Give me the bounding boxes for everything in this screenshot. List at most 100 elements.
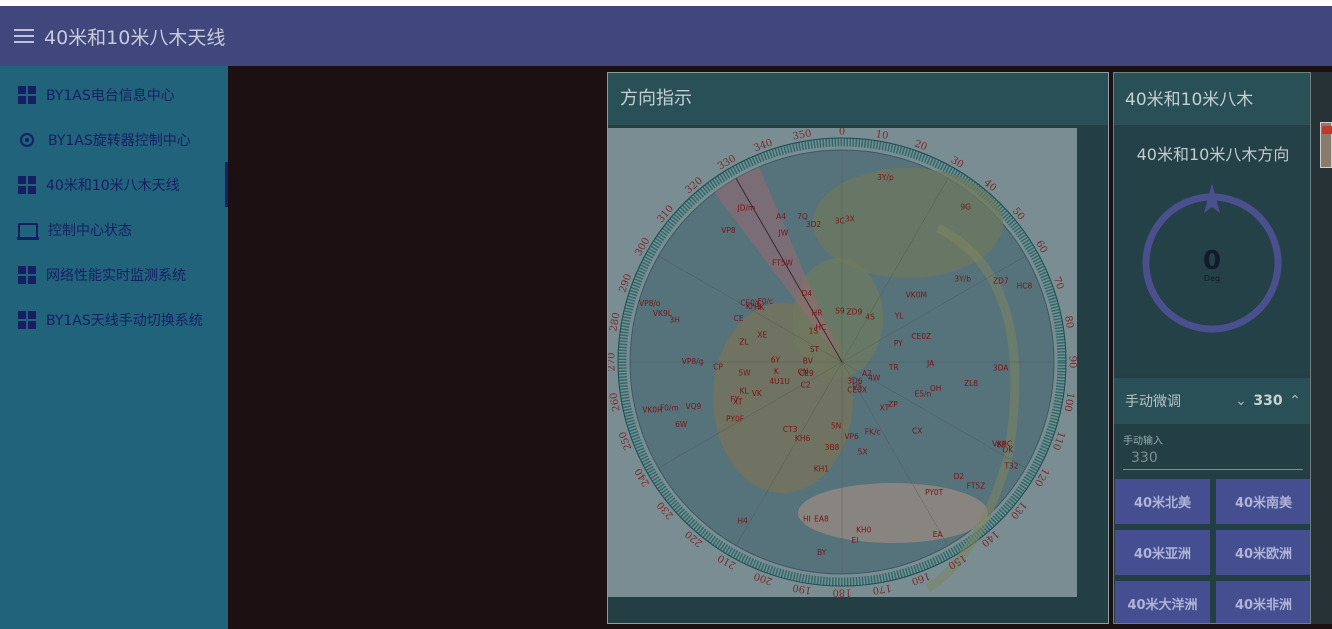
prefix-label: D2 [954,472,965,481]
prefix-label: EA8 [814,514,829,523]
prefix-label: 5X [858,447,868,456]
chevron-down-icon[interactable]: ⌄ [1232,393,1250,409]
prefix-label: H4 [737,517,748,526]
preset-button-40m-africa[interactable]: 40米非洲 [1216,581,1310,623]
sidebar-item-antenna-switch[interactable]: BY1AS天线手动切换系统 [0,297,228,342]
sidebar-item-yagi-antenna[interactable]: 40米和10米八木天线 [0,162,228,207]
prefix-label: C2 [801,380,811,389]
prefix-label: ZL [739,337,749,346]
preset-button-40m-oceania[interactable]: 40米大洋洲 [1115,581,1210,623]
prefix-label: CT3 [783,425,798,434]
prefix-label: CE [734,314,744,323]
sidebar-item-station-info[interactable]: BY1AS电台信息中心 [0,72,228,117]
prefix-label: BV [803,356,814,365]
prefix-label: HC8 [1017,282,1033,291]
dashboard-icon [18,265,36,284]
prefix-label: VP8/g [682,357,704,366]
prefix-label: ZD9 [847,307,863,316]
sidebar-item-label: BY1AS旋转器控制中心 [48,132,191,149]
direction-card: 方向指示 0 10 20 30 40 50 60 70 80 90 100 110 120 130 140 1… [607,72,1109,624]
fine-tune-row: 手动微调 ⌄ 330 ⌃ [1114,378,1310,424]
bearing-label-20: 20 [913,139,929,154]
prefix-label: 3Y/b [954,275,971,284]
manual-input[interactable] [1123,450,1293,466]
prefix-label: 3D6 [847,377,863,386]
prefix-label: PY0T [925,488,944,497]
bearing-label-10: 10 [875,129,889,142]
prefix-label: YL [894,311,905,320]
azimuthal-map-svg: 0 102030405060708090100110120130140150160… [608,128,1077,597]
prefix-label: EA [933,530,944,539]
prefix-label: 3B8 [825,443,840,452]
fine-tune-value: 330 [1253,393,1283,409]
landmass-south [798,483,988,543]
prefix-label: 6W [675,420,688,429]
prefix-label: 9G [960,202,971,211]
heading-dial-svg: 0 Deg [1142,183,1282,333]
bearing-label-60: 60 [1033,239,1049,256]
prefix-label: 1S [809,327,819,336]
prefix-label: VK9L [653,309,673,318]
bearing-label-80: 80 [1062,315,1075,329]
sidebar-item-rotator-control[interactable]: BY1AS旋转器控制中心 [0,117,228,162]
prefix-label: 4U1U [769,377,790,386]
hamburger-menu-icon[interactable] [14,29,34,43]
preset-button-40m-asia[interactable]: 40米亚洲 [1115,530,1210,575]
prefix-label: 3Y/p [877,173,894,182]
bearing-label-0: 0 [839,128,845,138]
prefix-label: XT [880,404,890,413]
flag-icon [1322,126,1332,134]
prefix-label: KH6 [795,434,811,443]
prefix-label: JA [926,359,935,368]
fine-tune-label: 手动微调 [1125,394,1181,410]
prefix-label: BY [817,548,827,557]
prefix-label: 5N [831,422,841,431]
prefix-label: 4S [865,313,875,322]
prefix-label: 3DA [993,363,1009,372]
sidebar-item-control-status[interactable]: 控制中心状态 [0,207,228,252]
prefix-label: JD/m [737,204,756,213]
preset-buttons: 40米北美 40米南美 40米亚洲 40米欧洲 40米大洋洲 40米非洲 [1115,479,1310,623]
prefix-label: T32 [1003,462,1018,471]
prefix-label: 3D2 [806,220,822,229]
sidebar-item-label: 40米和10米八木天线 [46,177,180,194]
dashboard-icon [18,85,36,104]
prefix-label: VK9C [992,439,1012,448]
prefix-label: KH0 [856,526,872,535]
prefix-label: TR [888,363,899,372]
prefix-label: CE0Y [740,299,760,308]
prefix-label: HR [812,308,823,317]
sidebar-item-label: BY1AS天线手动切换系统 [46,312,203,329]
bearing-label-50: 50 [1010,206,1027,223]
sidebar-item-label: BY1AS电台信息中心 [46,87,175,104]
prefix-label: KL [740,386,750,395]
prefix-label: VP8/o [639,299,661,308]
prefix-label: XT [733,398,743,407]
sidebar-item-label: 控制中心状态 [48,222,132,239]
sidebar: BY1AS电台信息中心 BY1AS旋转器控制中心 40米和10米八木天线 控制中… [0,66,228,629]
prefix-label: PY0F [726,414,744,423]
prefix-label: ZP [888,400,898,409]
prefix-label: VK0H [642,406,662,415]
dashboard-icon [18,175,36,194]
prefix-label: S9 [835,307,845,316]
target-icon [20,132,34,147]
sidebar-item-network-monitor[interactable]: 网络性能实时监测系统 [0,252,228,297]
prefix-label: 3C [835,217,845,226]
dashboard-icon [18,310,36,329]
laptop-icon [17,222,39,240]
prefix-label: E5/n [915,389,932,398]
manual-input-field[interactable]: 手动输入 [1123,432,1303,470]
chevron-up-icon[interactable]: ⌃ [1286,393,1304,409]
prefix-label: A4 [776,212,786,221]
manual-input-label: 手动输入 [1123,436,1163,447]
prefix-label: VP8 [721,226,736,235]
prefix-label: 6Y [771,356,781,365]
bearing-label-270: 270 [608,352,618,371]
azimuthal-map: 0 10 20 30 40 50 60 70 80 90 100 110 120 130 140 150 160… [608,128,1077,597]
preset-button-40m-north-america[interactable]: 40米北美 [1115,479,1210,524]
prefix-label: VK0M [906,290,927,299]
preset-button-40m-europe[interactable]: 40米欧洲 [1216,530,1310,575]
heading-dial: 0 Deg [1114,173,1310,353]
preset-button-40m-south-america[interactable]: 40米南美 [1216,479,1310,524]
